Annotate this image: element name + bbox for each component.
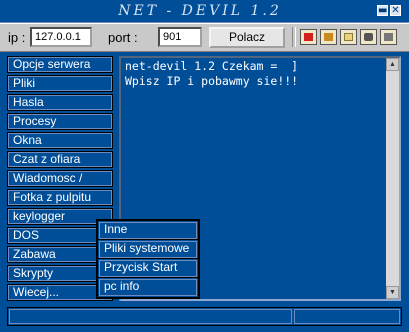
submenu-item-przycisk-start[interactable]: Przycisk Start [98,259,198,278]
connect-button[interactable]: Polacz [209,27,285,48]
folder-icon[interactable] [340,29,357,45]
status-bar [7,307,402,326]
menu-item-procesy[interactable]: Procesy [7,113,113,130]
port-label: port : [108,30,138,45]
status-panel-left [9,309,292,324]
submenu-item-pliki-systemowe[interactable]: Pliki systemowe [98,240,198,259]
ip-input[interactable] [30,27,92,47]
ip-label: ip : [8,30,26,45]
status-panel-right [294,309,400,324]
red-card-icon[interactable] [300,29,317,45]
minimize-button[interactable]: ▬ [377,5,388,16]
submenu-item-pc-info[interactable]: pc info [98,278,198,297]
window-title: NET - DEVIL 1.2 [118,3,282,19]
menu-item-okna[interactable]: Okna [7,132,113,149]
console-line: net-devil 1.2 Czekam = ] [125,59,299,73]
port-input[interactable] [158,27,202,47]
connection-toolbar: ip : port : Polacz [0,23,409,52]
menu-item-hasla[interactable]: Hasla [7,94,113,111]
toolbar-separator [292,27,296,47]
scroll-up-arrow-icon[interactable]: ▲ [386,58,399,71]
photo-icon[interactable] [320,29,337,45]
menu-item-opcje-serwera[interactable]: Opcje serwera [7,56,113,73]
scroll-down-arrow-icon[interactable]: ▼ [386,286,399,299]
submenu-popup: Inne Pliki systemowe Przycisk Start pc i… [96,219,200,299]
menu-item-czat[interactable]: Czat z ofiara [7,151,113,168]
console-text: net-devil 1.2 Czekam = ] Wpisz IP i pobaw… [125,59,383,89]
app-window: NET - DEVIL 1.2 ▬ ✕ ip : port : Polacz O… [0,0,409,332]
console-line: Wpisz IP i pobawmy sie!!! [125,74,299,88]
submenu-item-inne[interactable]: Inne [98,221,198,240]
close-button[interactable]: ✕ [390,5,401,16]
menu-item-wiadomosc[interactable]: Wiadomosc / [7,170,113,187]
camera-icon[interactable] [360,29,377,45]
menu-item-pliki[interactable]: Pliki [7,75,113,92]
title-bar[interactable]: NET - DEVIL 1.2 ▬ ✕ [0,0,409,23]
console-scrollbar[interactable]: ▲ ▼ [386,58,399,299]
disk-icon[interactable] [380,29,397,45]
menu-item-fotka[interactable]: Fotka z pulpitu [7,189,113,206]
